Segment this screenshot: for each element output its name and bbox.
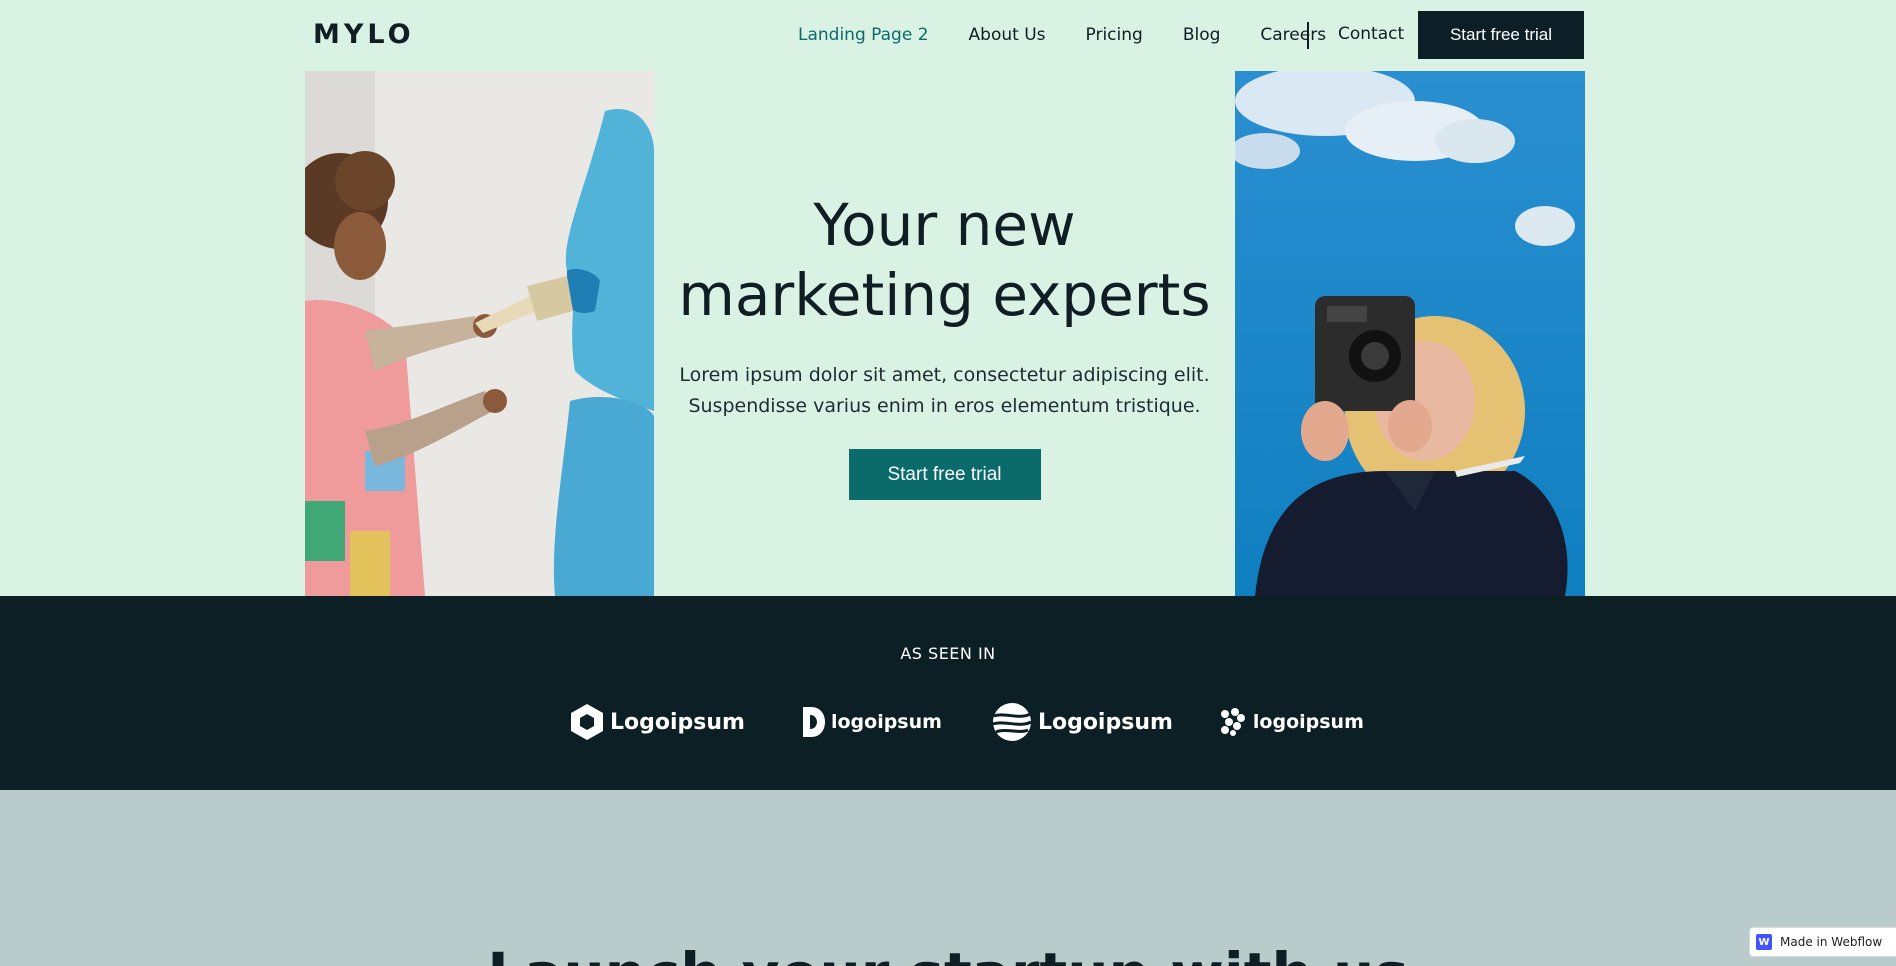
hero-subtitle-line-2: Suspendisse varius enim in eros elementu… — [688, 395, 1201, 417]
hero-subtitle: Lorem ipsum dolor sit amet, consectetur … — [654, 360, 1235, 422]
partner-logos: Logoipsum logoipsum Logoipsum logoipsum — [570, 700, 1364, 744]
launch-section: Launch your startup with us — [0, 790, 1896, 966]
partner-logo-4-text: logoipsum — [1252, 711, 1364, 733]
nav-link-about-us[interactable]: About Us — [969, 25, 1046, 45]
hero-title: Your new marketing experts — [654, 190, 1235, 330]
nav-links: Landing Page 2 About Us Pricing Blog Car… — [798, 0, 1366, 70]
partner-logo-2-text: logoipsum — [830, 711, 942, 733]
nav-link-contact[interactable]: Contact — [1338, 24, 1404, 44]
nav-link-blog[interactable]: Blog — [1183, 25, 1221, 45]
made-in-webflow-label: Made in Webflow — [1780, 935, 1883, 949]
made-in-webflow-badge[interactable]: W Made in Webflow — [1749, 927, 1896, 957]
start-free-trial-nav-button[interactable]: Start free trial — [1418, 11, 1584, 59]
partner-logo-1-text: Logoipsum — [610, 709, 745, 735]
hero-content: Your new marketing experts Lorem ipsum d… — [654, 190, 1235, 500]
nav-link-careers[interactable]: Careers — [1260, 25, 1326, 45]
start-free-trial-hero-button[interactable]: Start free trial — [848, 449, 1041, 500]
as-seen-in-section: AS SEEN IN Logoipsum logoipsum Logoipsum — [0, 596, 1896, 790]
as-seen-in-label: AS SEEN IN — [900, 644, 996, 663]
d-shape-logo-icon — [802, 707, 825, 737]
nav-link-landing-page-2[interactable]: Landing Page 2 — [798, 25, 929, 45]
navbar: MYLO Landing Page 2 About Us Pricing Blo… — [0, 0, 1896, 70]
hero-image-photographer — [1235, 71, 1585, 596]
launch-section-title: Launch your startup with us — [0, 940, 1896, 966]
hero-title-line-1: Your new — [813, 191, 1076, 259]
partner-logo-4: logoipsum — [1219, 708, 1364, 736]
nav-link-pricing[interactable]: Pricing — [1086, 25, 1143, 45]
partner-logo-1: Logoipsum — [570, 703, 745, 741]
webflow-icon: W — [1756, 934, 1772, 950]
brand-logo[interactable]: MYLO — [313, 19, 415, 50]
partner-logo-3-text: Logoipsum — [1037, 709, 1173, 735]
dots-pattern-logo-icon — [1220, 708, 1245, 736]
hero-title-line-2: marketing experts — [678, 261, 1211, 329]
wave-circle-logo-icon — [992, 703, 1032, 741]
nav-divider — [1307, 22, 1309, 49]
hero-image-painter — [305, 71, 654, 596]
hero-subtitle-line-1: Lorem ipsum dolor sit amet, consectetur … — [679, 364, 1210, 386]
partner-logo-2: logoipsum — [801, 707, 942, 737]
hexagon-logo-icon — [571, 704, 603, 740]
partner-logo-3: Logoipsum — [992, 702, 1173, 742]
